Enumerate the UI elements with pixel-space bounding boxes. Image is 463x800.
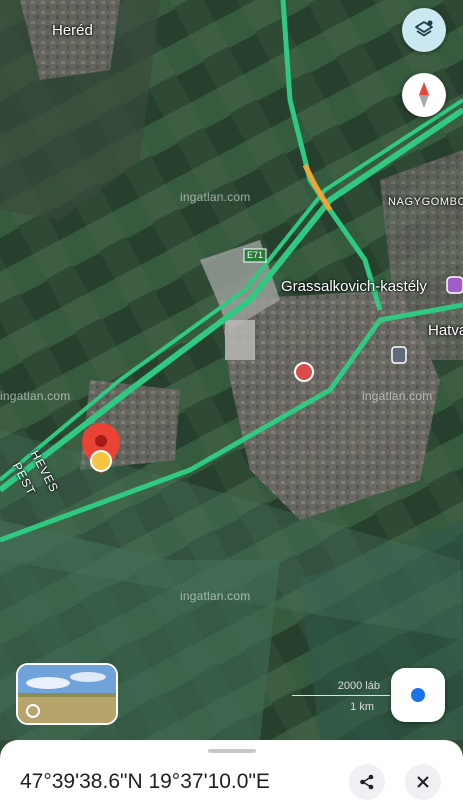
road-shield-e71: E71 [247, 250, 264, 260]
share-button[interactable] [349, 764, 385, 800]
map-canvas[interactable]: Heréd NAGYGOMBOS Grassalkovich-kastély H… [0, 0, 463, 740]
street-view-thumbnail[interactable] [16, 663, 118, 725]
scale-metric: 1 km [350, 701, 374, 713]
scale-imperial: 2000 láb [337, 680, 380, 692]
close-button[interactable] [405, 764, 441, 800]
my-location-button[interactable] [391, 668, 445, 722]
scale-bar: 2000 láb 1 km [290, 680, 390, 716]
watermark: ingatlan.com [0, 389, 71, 403]
watermark: ingatlan.com [362, 389, 433, 403]
close-icon [417, 776, 429, 788]
watermark: ingatlan.com [180, 190, 251, 204]
satellite-imagery [0, 0, 463, 740]
layers-button[interactable] [402, 8, 446, 52]
compass-button[interactable] [402, 73, 446, 117]
share-icon [360, 774, 374, 790]
place-label-nagygombos: NAGYGOMBOS [388, 196, 463, 208]
coordinates-text: 47°39'38.6"N 19°37'10.0"E [20, 770, 270, 793]
bottom-sheet[interactable]: 47°39'38.6"N 19°37'10.0"E [0, 740, 463, 800]
place-label-hatvan: Hatvan [428, 322, 463, 339]
place-label-grassalkovich[interactable]: Grassalkovich-kastély [281, 278, 427, 295]
compass-icon [419, 82, 429, 108]
my-location-icon [411, 688, 425, 702]
drag-handle[interactable] [208, 749, 256, 753]
landmark-poi-icon [446, 276, 463, 294]
place-label-hered: Heréd [52, 22, 93, 39]
train-station-icon [391, 346, 407, 364]
watermark: ingatlan.com [180, 589, 251, 603]
layers-icon [415, 20, 433, 37]
restaurant-poi-icon [294, 362, 314, 382]
